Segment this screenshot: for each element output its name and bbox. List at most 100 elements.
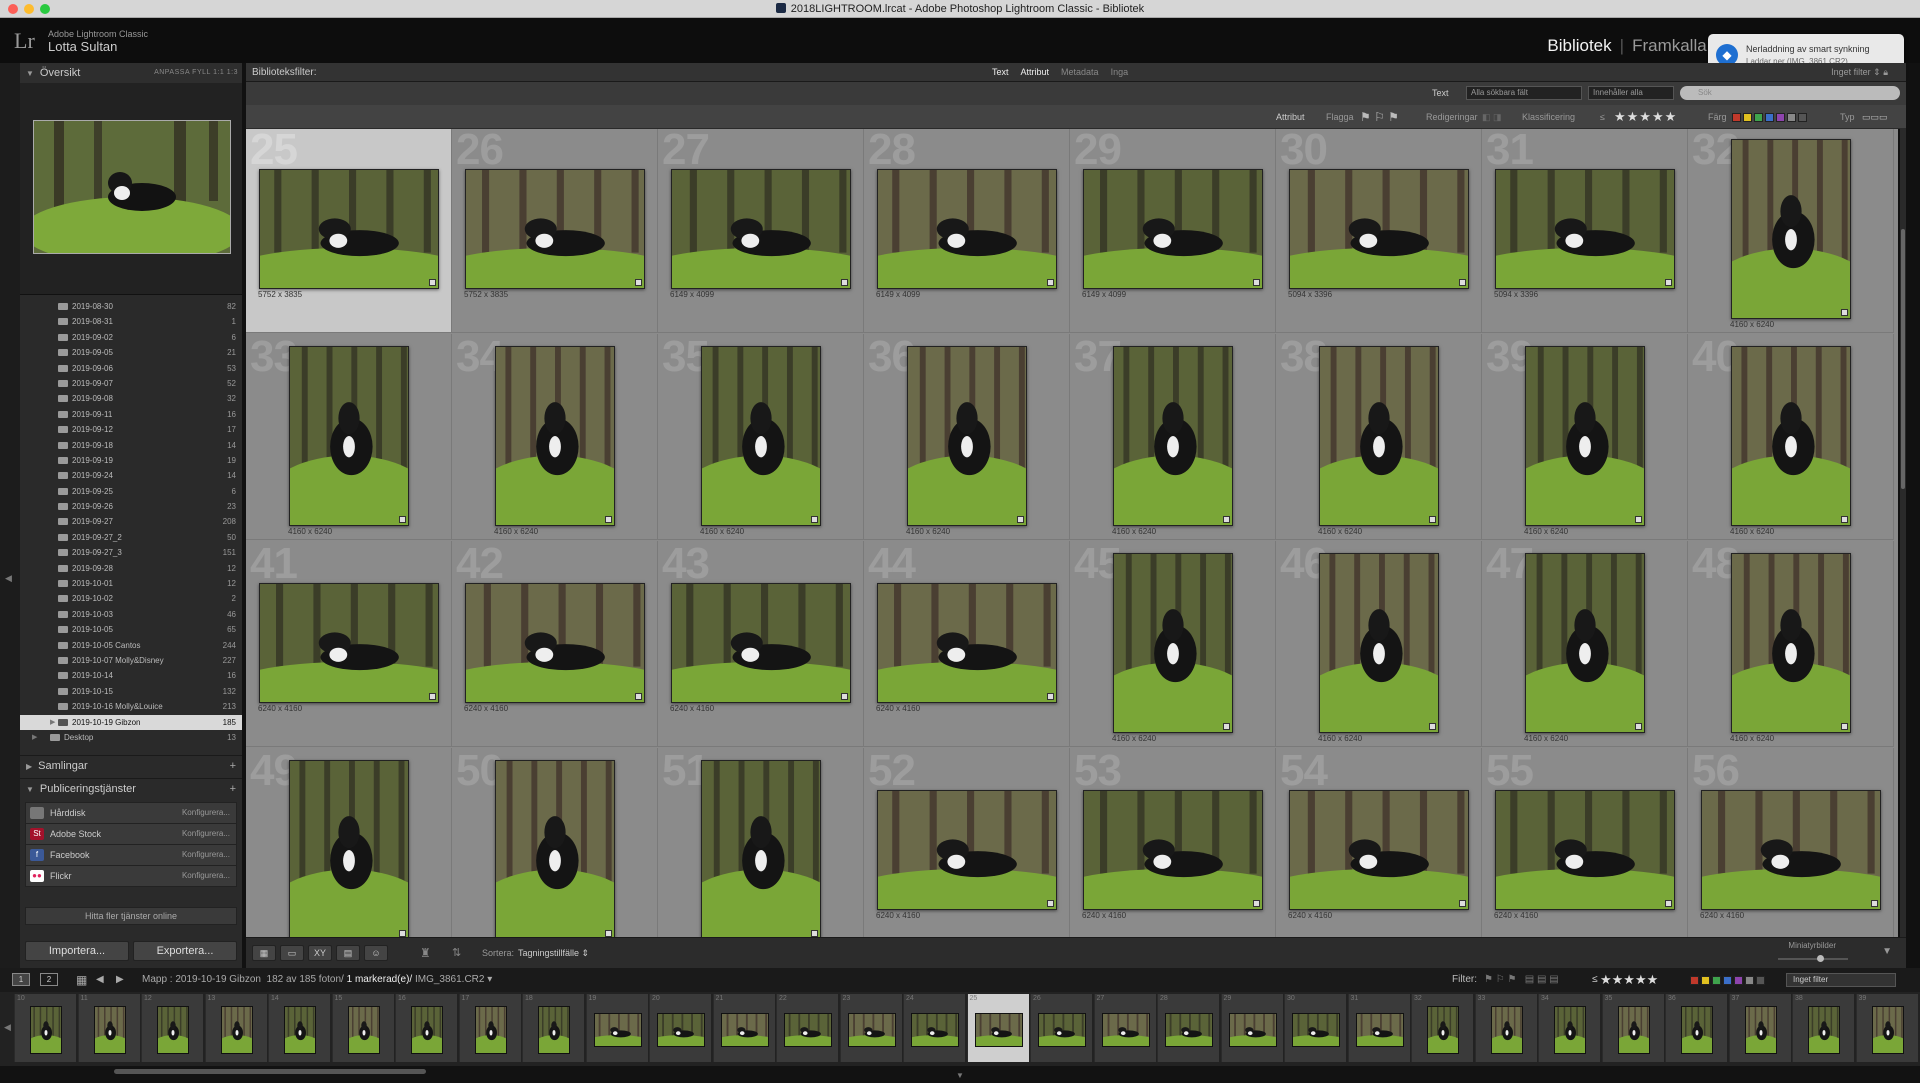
filmstrip-rating-stars[interactable]: ★★★★★ (1600, 968, 1658, 992)
filmstrip-cell[interactable]: 33 (1474, 994, 1537, 1062)
filmstrip-thumbnail[interactable] (342, 1006, 385, 1058)
folder-expand-icon[interactable]: ▶ (50, 715, 55, 730)
folder-item[interactable]: ▶ 2019-10-19 Gibzon 185 (20, 714, 242, 730)
color-swatch[interactable] (1798, 113, 1807, 122)
folder-item[interactable]: 2019-09-24 14 (20, 468, 242, 483)
filmstrip-cell[interactable]: 36 (1665, 994, 1727, 1062)
photo-thumbnail[interactable] (1296, 346, 1462, 542)
configure-button[interactable]: Konfigurera... (182, 845, 230, 865)
filmstrip-color-swatch[interactable] (1701, 976, 1710, 985)
photo-thumbnail[interactable] (1296, 553, 1462, 749)
thumbnail-size-slider[interactable] (1778, 955, 1848, 962)
photo-thumbnail[interactable] (430, 583, 680, 714)
grid-cell[interactable]: 31 5094 x 3396 (1460, 129, 1710, 333)
filmstrip-left-icon[interactable]: ◀ (4, 1022, 11, 1033)
filmstrip-cell[interactable]: 23 (839, 994, 904, 1062)
photo-thumbnail[interactable] (1048, 790, 1298, 921)
folder-item[interactable]: 2019-10-07 Molly&Disney 227 (20, 653, 242, 668)
grid-scroll-thumb[interactable] (1901, 229, 1905, 489)
add-publish-service-icon[interactable]: + (230, 779, 236, 799)
grid-cell[interactable]: 54 6240 x 4160 (1254, 746, 1504, 937)
filmstrip-thumbnail[interactable] (469, 1006, 512, 1058)
type-filter-icons[interactable]: ▭▭▭ (1862, 105, 1888, 129)
photo-thumbnail[interactable] (884, 346, 1050, 542)
filmstrip-cell[interactable]: 11 (77, 994, 140, 1062)
grid-cell[interactable]: 45 4160 x 6240 (1070, 539, 1276, 749)
filter-tab-text[interactable]: Text (986, 67, 1015, 77)
grid-cell[interactable]: 38 4160 x 6240 (1276, 332, 1482, 542)
publish-service-row[interactable]: St Adobe Stock Konfigurera... (25, 823, 237, 845)
filter-tab-attribut[interactable]: Attribut (1015, 67, 1056, 77)
photo-thumbnail[interactable] (842, 790, 1092, 921)
folder-item[interactable]: 2019-09-18 14 (20, 438, 242, 453)
photo-thumbnail[interactable] (1708, 553, 1874, 749)
filmstrip-thumbnail[interactable] (839, 1013, 904, 1050)
filmstrip-cell[interactable]: 17 (458, 994, 521, 1062)
filmstrip-cell[interactable]: 39 (1855, 994, 1918, 1062)
folder-item[interactable]: 2019-09-08 32 (20, 391, 242, 406)
lock-icon[interactable]: 🔒︎ (1883, 67, 1888, 77)
spray-can-icon[interactable]: ♜ (420, 946, 431, 960)
filmstrip-color-swatch[interactable] (1756, 976, 1765, 985)
zoom-window-button[interactable] (40, 4, 50, 14)
filmstrip-thumbnail[interactable] (1093, 1013, 1158, 1050)
photo-thumbnail[interactable] (266, 760, 432, 937)
navigator-preview[interactable] (22, 120, 242, 265)
folder-item[interactable]: 2019-09-02 6 (20, 330, 242, 345)
survey-view-button[interactable]: ▤ (336, 945, 360, 961)
folder-item[interactable]: 2019-09-25 6 (20, 484, 242, 499)
configure-button[interactable]: Konfigurera... (182, 803, 230, 823)
color-swatch[interactable] (1754, 113, 1763, 122)
publish-service-row[interactable]: f Facebook Konfigurera... (25, 844, 237, 866)
collections-header[interactable]: ▶ Samlingar + (20, 755, 242, 775)
grid-cell[interactable]: 27 6149 x 4099 (636, 129, 886, 333)
color-swatch[interactable] (1776, 113, 1785, 122)
grid-cell[interactable]: 26 5752 x 3835 (430, 129, 680, 333)
filmstrip-thumbnail[interactable] (1283, 1013, 1349, 1050)
filmstrip-cell[interactable]: 21 (712, 994, 777, 1062)
filmstrip-cell[interactable]: 37 (1728, 994, 1791, 1062)
filmstrip-thumbnail[interactable] (1676, 1006, 1718, 1058)
configure-button[interactable]: Konfigurera... (182, 824, 230, 844)
search-rule-select[interactable]: Innehåller alla (1588, 86, 1674, 100)
folder-item[interactable]: 2019-10-05 65 (20, 622, 242, 637)
folder-item[interactable]: 2019-10-15 132 (20, 684, 242, 699)
filmstrip-thumbnail[interactable] (1803, 1006, 1845, 1058)
filmstrip-color-swatch[interactable] (1712, 976, 1721, 985)
module-framkalla[interactable]: Framkalla (1624, 36, 1715, 55)
filmstrip-cell[interactable]: 34 (1538, 994, 1600, 1062)
filmstrip-thumbnail[interactable] (1029, 1013, 1095, 1050)
grid-scrollbar[interactable] (1900, 129, 1906, 937)
photo-thumbnail[interactable] (1666, 790, 1898, 921)
add-collection-icon[interactable]: + (230, 756, 236, 776)
navigator-zoom-options[interactable]: ANPASSA FYLL 1:1 1:3 (154, 63, 238, 83)
folder-item[interactable]: 2019-09-05 21 (20, 345, 242, 360)
folder-item[interactable]: ▶ Desktop 13 (20, 730, 242, 745)
folder-item[interactable]: 2019-10-03 46 (20, 607, 242, 622)
folder-item[interactable]: 2019-09-06 53 (20, 361, 242, 376)
photo-thumbnail[interactable] (1502, 553, 1668, 749)
photo-thumbnail[interactable] (472, 346, 638, 542)
minimize-window-button[interactable] (24, 4, 34, 14)
grid-cell[interactable]: 30 5094 x 3396 (1254, 129, 1504, 333)
filmstrip-cell[interactable]: 24 (902, 994, 968, 1062)
sort-select[interactable]: Tagningstillfälle ⇕ (518, 948, 589, 959)
photo-thumbnail[interactable] (1708, 139, 1874, 335)
filmstrip-cell[interactable]: 28 (1156, 994, 1222, 1062)
rating-stars-filter[interactable]: ★★★★★ (1614, 105, 1677, 129)
filmstrip-cell[interactable]: 32 (1411, 994, 1473, 1062)
grid-icon[interactable]: ▦ (76, 968, 87, 992)
filmstrip-cell[interactable]: 14 (268, 994, 330, 1062)
filmstrip-thumbnail[interactable] (152, 1006, 194, 1058)
grid-cell[interactable]: 46 4160 x 6240 (1276, 539, 1482, 749)
grid-cell[interactable]: 33 4160 x 6240 (246, 332, 452, 542)
filmstrip-thumbnail[interactable] (712, 1013, 777, 1050)
left-panel-edge[interactable]: ◀ (0, 63, 20, 968)
grid-cell[interactable]: 52 6240 x 4160 (842, 746, 1092, 937)
folder-item[interactable]: 2019-09-11 16 (20, 407, 242, 422)
photo-thumbnail[interactable] (678, 760, 844, 937)
filmstrip-thumbnail[interactable] (533, 1006, 575, 1058)
filmstrip-thumbnail[interactable] (406, 1006, 448, 1058)
folder-item[interactable]: 2019-09-27_2 50 (20, 530, 242, 545)
photo-thumbnail[interactable] (246, 583, 474, 714)
